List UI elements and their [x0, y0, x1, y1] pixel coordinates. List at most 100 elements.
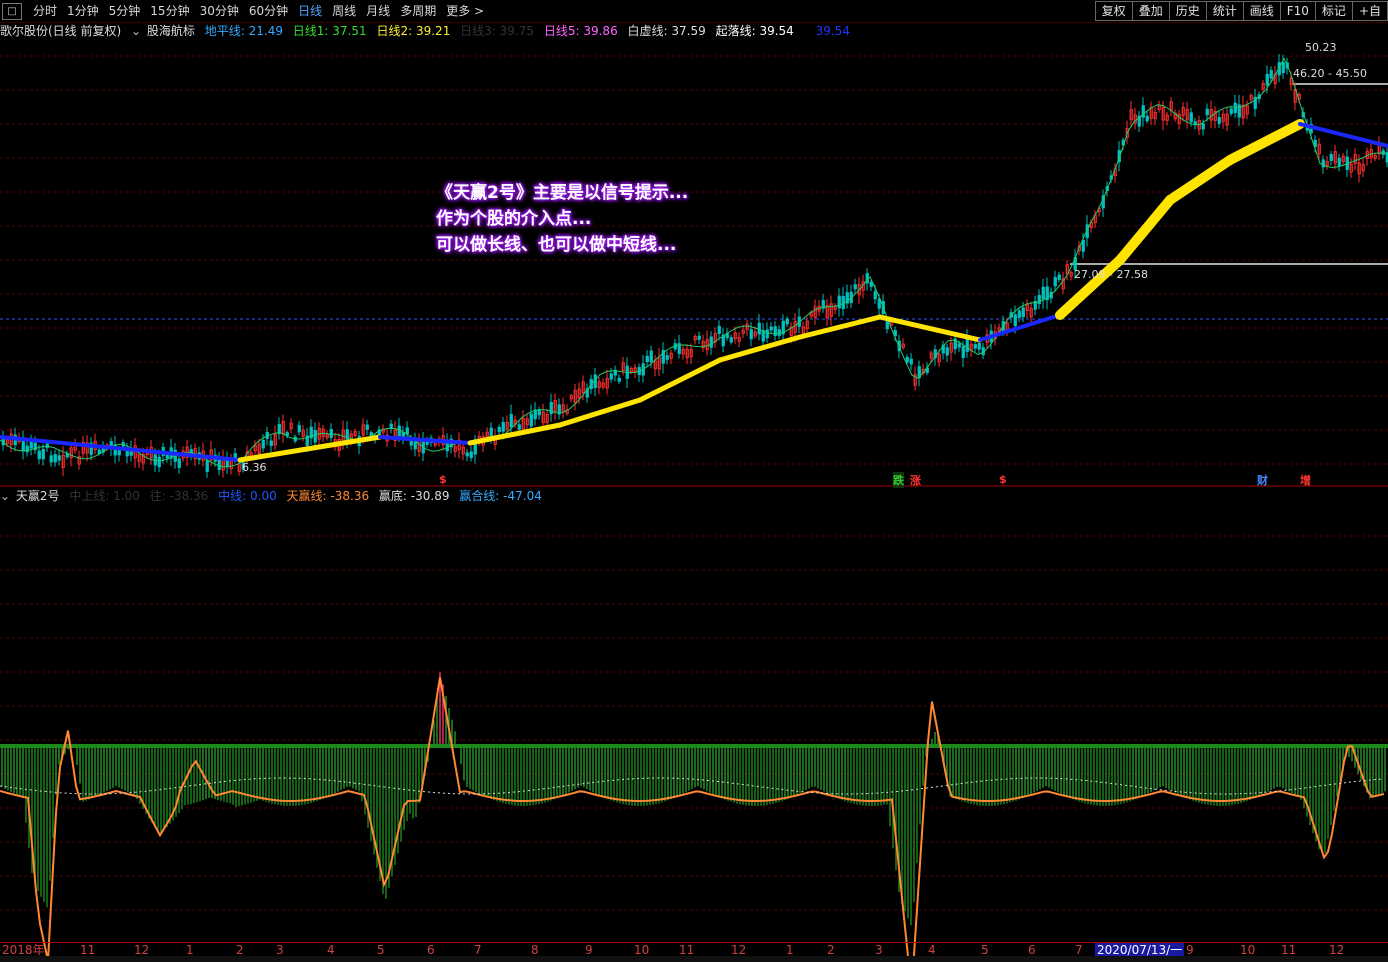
date-label: 11 — [679, 943, 695, 957]
candle-body — [509, 413, 513, 428]
date-label: 3 — [276, 943, 284, 957]
candle-body — [1233, 102, 1237, 114]
candle-body — [1037, 294, 1041, 305]
candle-body — [501, 422, 505, 432]
candle-body — [37, 450, 41, 460]
signal-die: 跌 — [893, 472, 904, 488]
candle-body — [57, 455, 61, 461]
candle-body — [1145, 115, 1149, 122]
candle-body — [497, 426, 501, 432]
candle-body — [389, 423, 393, 429]
signal-cai: 财 — [1257, 474, 1268, 487]
candle-body — [665, 355, 669, 360]
candle-body — [729, 337, 733, 343]
high-price-label: 50.23 — [1305, 41, 1337, 54]
candle-body — [517, 424, 521, 430]
zero-band — [0, 744, 1388, 748]
candle-body — [965, 338, 969, 352]
signal-dollar-1: $ — [439, 473, 447, 486]
date-label: 3 — [875, 943, 883, 957]
candle-body — [785, 318, 789, 325]
legend-zhongxian: 中线: 0.00 — [218, 489, 277, 503]
date-label: 10 — [634, 943, 650, 957]
annotation-line-1: 《天赢2号》主要是以信号提示... — [436, 183, 689, 203]
candle-body — [1081, 239, 1085, 252]
candle-body — [1337, 157, 1341, 167]
date-label: 10 — [1240, 943, 1256, 957]
legend-zhongshangxian: 中上线: 1.00 — [69, 489, 140, 503]
candle-body — [977, 343, 981, 350]
sub-indicator-name[interactable]: 天赢2号 — [16, 489, 60, 503]
candle-body — [313, 430, 317, 443]
range-top-label: 46.20 - 45.50 — [1293, 67, 1367, 80]
candle-body — [873, 291, 877, 300]
candle-body — [1053, 277, 1057, 287]
candle-body — [53, 454, 57, 463]
candle-body — [909, 358, 913, 365]
trend-band — [797, 314, 883, 340]
signal-zhang: 涨 — [910, 474, 921, 487]
candle-body — [1021, 307, 1025, 318]
candle-body — [205, 460, 209, 472]
candle-body — [1329, 154, 1333, 161]
candle-body — [609, 373, 613, 380]
candle-body — [853, 284, 857, 290]
date-label: 6 — [1028, 943, 1036, 957]
candle-body — [233, 453, 237, 459]
candle-body — [405, 427, 409, 435]
trend-band — [378, 435, 472, 445]
candle-body — [1057, 274, 1061, 280]
candle-body — [765, 329, 769, 339]
candle-body — [489, 427, 493, 438]
candle-body — [617, 377, 621, 382]
candle-body — [365, 424, 369, 430]
sub-indicator-chevron-icon[interactable]: ⌄ — [0, 489, 10, 503]
candle-body — [905, 356, 909, 363]
candle-body — [1281, 62, 1285, 74]
candle-body — [217, 459, 221, 471]
sub-chart-legend: ⌄ 天赢2号 中上线: 1.00 往: -38.36 中线: 0.00 天赢线:… — [0, 488, 548, 504]
candle-body — [1217, 117, 1221, 124]
date-label: 7 — [1075, 943, 1083, 957]
candle-body — [49, 455, 53, 463]
date-label: 6 — [427, 943, 435, 957]
signal-zeng: 增 — [1300, 474, 1311, 487]
signal-dollar-2: $ — [999, 473, 1007, 486]
range-mid-label: 27.09 - 27.58 — [1074, 268, 1148, 281]
candle-body — [177, 458, 181, 468]
kline-chart[interactable] — [0, 0, 1388, 962]
candle-body — [777, 329, 781, 336]
legend-yingdi: 赢底: -30.89 — [378, 489, 450, 503]
candle-body — [757, 322, 761, 335]
candle-body — [973, 344, 977, 349]
date-label: 5 — [377, 943, 385, 957]
candle-body — [749, 329, 753, 340]
candle-body — [549, 401, 553, 415]
trend-band — [1225, 119, 1305, 165]
date-label: 4 — [327, 943, 335, 957]
current-date-label: 2020/07/13/一 — [1095, 943, 1185, 957]
candle-body — [261, 440, 265, 449]
candle-body — [329, 429, 333, 438]
candle-body — [1229, 108, 1233, 114]
candle-body — [1013, 314, 1017, 326]
trend-band — [637, 357, 723, 403]
candle-body — [277, 423, 281, 434]
candle-body — [885, 321, 889, 330]
candle-body — [769, 326, 773, 331]
candle-body — [957, 343, 961, 348]
candle-body — [165, 454, 169, 459]
annotation-text: 《天赢2号》主要是以信号提示... 作为个股的介入点... 可以做长线、也可以做… — [436, 180, 688, 258]
date-label: 2018年 — [2, 943, 45, 957]
date-label: 11 — [1281, 943, 1297, 957]
candle-body — [345, 429, 349, 442]
candle-body — [709, 336, 713, 348]
candle-body — [1201, 123, 1205, 130]
date-label: 9 — [585, 943, 593, 957]
candle-body — [961, 346, 965, 358]
candle-body — [1269, 70, 1273, 79]
legend-wang: 往: -38.36 — [149, 489, 209, 503]
legend-tianyingxian: 天赢线: -38.36 — [286, 489, 370, 503]
date-axis: 2018年 11 12 1 2 3 4 5 6 7 8 9 10 11 12 1… — [0, 942, 1388, 957]
candle-body — [869, 281, 873, 287]
